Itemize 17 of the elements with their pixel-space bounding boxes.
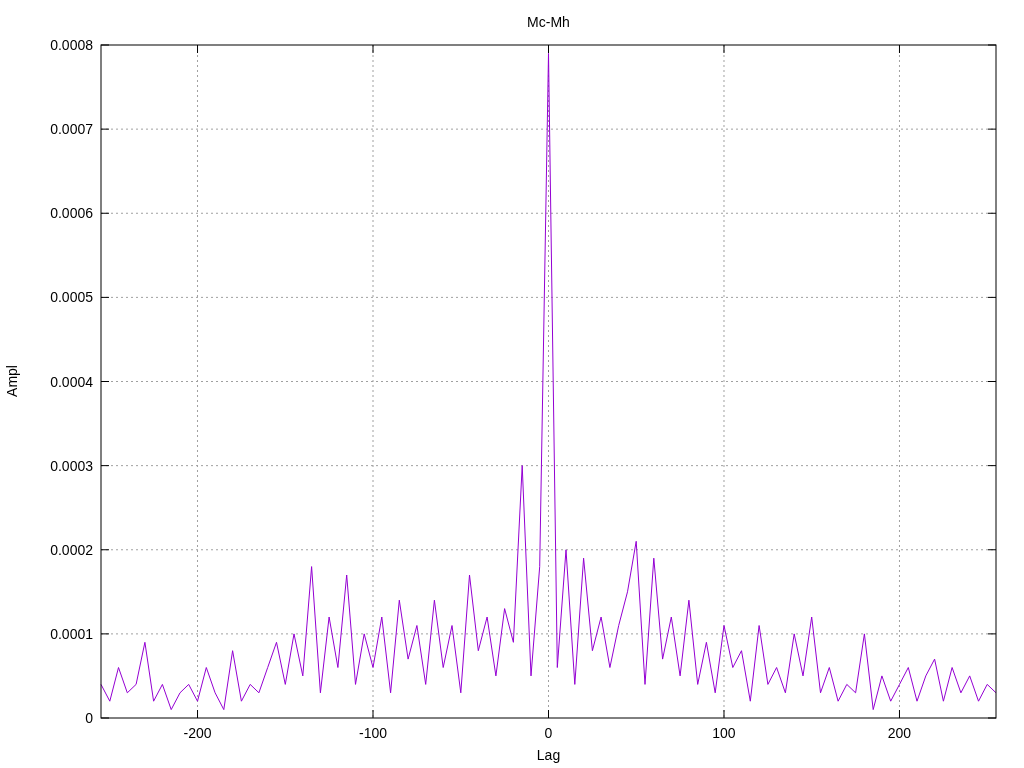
tick-label: 0.0003	[50, 457, 93, 474]
tick-label: 0.0001	[50, 625, 93, 642]
tick-label: 0.0008	[50, 37, 93, 53]
tick-label: 0.0004	[50, 373, 93, 390]
tick-label: -100	[359, 725, 388, 741]
axis-label: Ampl	[4, 365, 20, 397]
chart-title: Mc-Mh	[527, 14, 570, 30]
tick-label: 0.0007	[50, 121, 93, 138]
axis-label: Lag	[536, 747, 561, 763]
tick-label: 0	[544, 725, 553, 741]
tick-label: 0	[85, 710, 93, 726]
tick-label: 100	[712, 725, 736, 741]
tick-label: 0.0006	[50, 205, 93, 222]
tick-label: -200	[183, 725, 212, 741]
tick-label: 200	[887, 725, 912, 741]
tick-label: 0.0002	[50, 541, 93, 558]
tick-label: 0.0005	[50, 289, 93, 306]
